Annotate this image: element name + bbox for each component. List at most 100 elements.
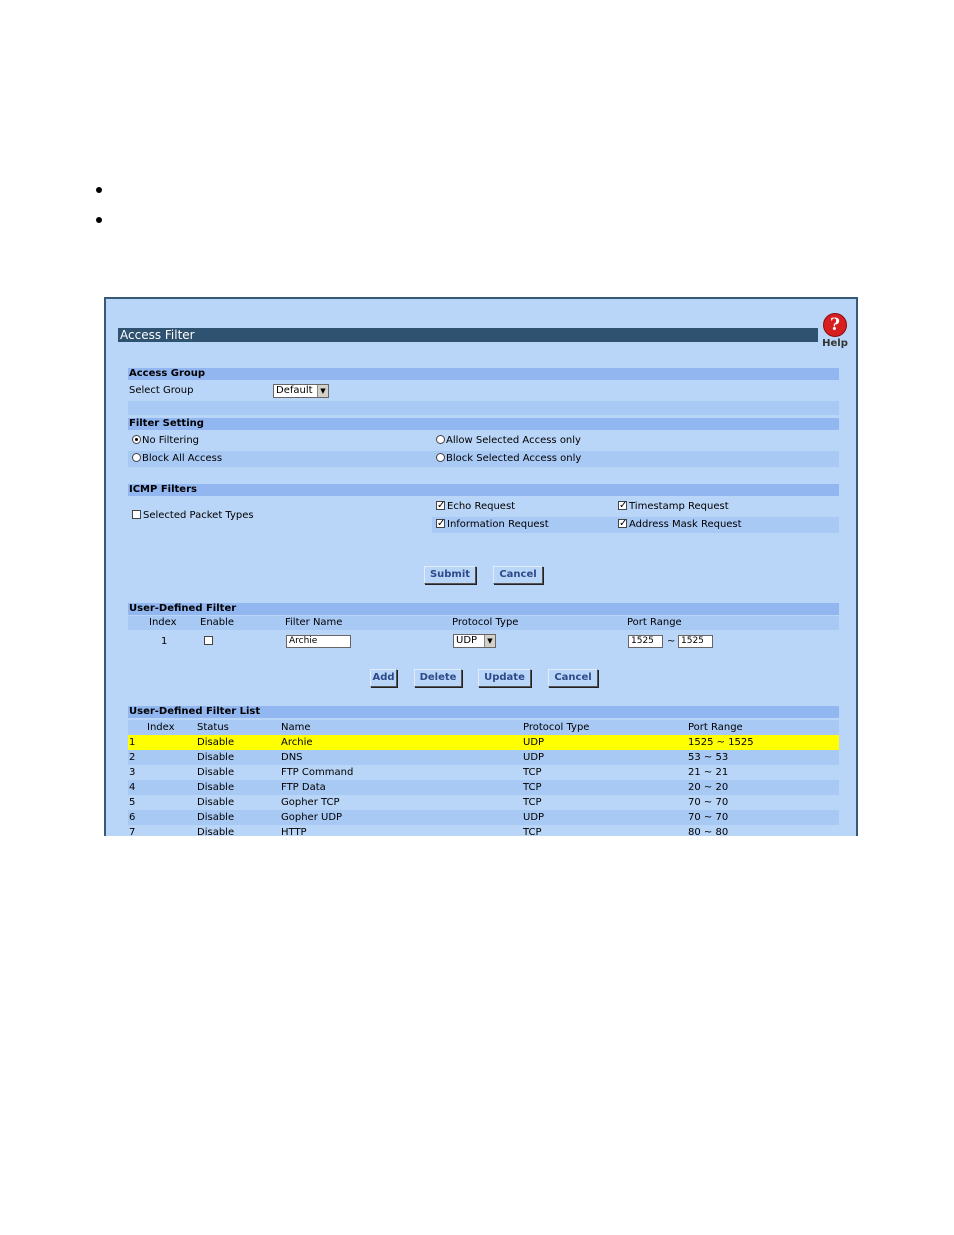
help-icon: ?: [823, 313, 847, 337]
allow-selected-access-label: Allow Selected Access only: [446, 435, 581, 446]
select-group-value: Default: [276, 385, 313, 396]
column-header: Port Range: [688, 722, 743, 733]
row-status: Disable: [197, 797, 235, 808]
cancel-filter-button[interactable]: Cancel: [548, 669, 598, 687]
row-status: Disable: [197, 737, 235, 748]
select-group-dropdown[interactable]: Default ▼: [273, 384, 329, 398]
row-status: Disable: [197, 827, 235, 836]
row-port-range: 20 ~ 20: [688, 782, 729, 793]
submit-button[interactable]: Submit: [424, 566, 476, 584]
selected-packet-types-checkbox[interactable]: Selected Packet Types: [132, 508, 254, 524]
table-row[interactable]: 3 Disable FTP Command TCP 21 ~ 21: [128, 765, 839, 780]
timestamp-request-checkbox[interactable]: Timestamp Request: [618, 498, 729, 515]
block-selected-access-radio[interactable]: Block Selected Access only: [436, 451, 581, 467]
bullet-dot: [96, 217, 102, 223]
row-status: Disable: [197, 767, 235, 778]
row-name: DNS: [281, 752, 303, 763]
icmp-row-2: Information Request Address Mask Request: [432, 516, 839, 533]
information-request-checkbox[interactable]: Information Request: [436, 516, 549, 533]
row-protocol: UDP: [523, 737, 545, 748]
row-name: HTTP: [281, 827, 307, 836]
column-header: Index: [147, 722, 175, 733]
table-row[interactable]: 6 Disable Gopher UDP UDP 70 ~ 70: [128, 810, 839, 825]
user-filter-input-row: 1 Archie UDP ▼ 1525 ~ 1525: [128, 633, 839, 651]
row-status: Disable: [197, 752, 235, 763]
checkbox-checked-icon: [436, 516, 445, 532]
select-group-label: Select Group: [129, 385, 194, 396]
filter-setting-row-1: No Filtering Allow Selected Access only: [128, 433, 839, 449]
row-port-range: 70 ~ 70: [688, 812, 729, 823]
checkbox-checked-icon: [618, 498, 627, 514]
row-protocol: TCP: [523, 782, 542, 793]
delete-button[interactable]: Delete: [414, 669, 462, 687]
row-port-range: 1525 ~ 1525: [688, 737, 754, 748]
timestamp-request-label: Timestamp Request: [629, 501, 729, 512]
echo-request-checkbox[interactable]: Echo Request: [436, 498, 516, 515]
block-all-access-radio[interactable]: Block All Access: [132, 451, 222, 467]
row-status: Disable: [197, 812, 235, 823]
table-row[interactable]: 1 Disable Archie UDP 1525 ~ 1525: [128, 735, 839, 750]
checkbox-icon: [132, 510, 141, 519]
row-protocol: TCP: [523, 767, 542, 778]
port-range-separator: ~: [667, 636, 676, 647]
protocol-type-value: UDP: [456, 635, 478, 646]
row-name: FTP Data: [281, 782, 326, 793]
add-button[interactable]: Add: [370, 669, 397, 687]
radio-selected-icon: [132, 435, 141, 444]
column-header: Enable: [200, 617, 235, 628]
user-filter-header-row: Index Enable Filter Name Protocol Type P…: [128, 616, 839, 630]
row-name: Gopher TCP: [281, 797, 340, 808]
row-port-range: 70 ~ 70: [688, 797, 729, 808]
filter-name-input[interactable]: Archie: [286, 635, 351, 648]
chevron-down-icon: ▼: [484, 635, 495, 647]
enable-checkbox[interactable]: [204, 633, 215, 651]
checkbox-checked-icon: [436, 498, 445, 514]
table-row[interactable]: 7 Disable HTTP TCP 80 ~ 80: [128, 825, 839, 836]
row-index: 6: [129, 812, 136, 823]
help-button[interactable]: ? Help: [820, 313, 850, 349]
address-mask-request-checkbox[interactable]: Address Mask Request: [618, 516, 742, 533]
table-row[interactable]: 2 Disable DNS UDP 53 ~ 53: [128, 750, 839, 765]
column-header: Protocol Type: [452, 617, 519, 628]
row-protocol: UDP: [523, 812, 545, 823]
radio-icon: [436, 435, 445, 444]
cancel-button[interactable]: Cancel: [493, 566, 543, 584]
spacer-row: [128, 401, 839, 415]
row-protocol: TCP: [523, 827, 542, 836]
no-filtering-radio[interactable]: No Filtering: [132, 433, 199, 449]
row-port-range: 21 ~ 21: [688, 767, 729, 778]
access-filter-panel: Access Filter ? Help Access Group Select…: [104, 297, 858, 836]
chevron-down-icon: ▼: [317, 385, 328, 397]
row-port-range: 80 ~ 80: [688, 827, 729, 836]
update-button[interactable]: Update: [478, 669, 531, 687]
column-header: Port Range: [627, 617, 682, 628]
row-status: Disable: [197, 782, 235, 793]
icmp-filters-heading: ICMP Filters: [128, 484, 839, 496]
filter-list-header-row: Index Status Name Protocol Type Port Ran…: [128, 720, 839, 735]
filter-setting-row-2: Block All Access Block Selected Access o…: [128, 451, 839, 467]
port-from-input[interactable]: 1525: [628, 635, 663, 648]
port-to-input[interactable]: 1525: [678, 635, 713, 648]
column-header: Name: [281, 722, 311, 733]
allow-selected-access-radio[interactable]: Allow Selected Access only: [436, 433, 581, 449]
column-header: Status: [197, 722, 229, 733]
address-mask-request-label: Address Mask Request: [629, 519, 742, 530]
access-group-heading: Access Group: [128, 368, 839, 380]
radio-icon: [132, 453, 141, 462]
row-protocol: TCP: [523, 797, 542, 808]
filter-setting-heading: Filter Setting: [128, 418, 839, 430]
row-index: 7: [129, 827, 136, 836]
protocol-type-dropdown[interactable]: UDP ▼: [453, 634, 496, 648]
bullet-dot: [96, 187, 102, 193]
column-header: Index: [149, 617, 177, 628]
row-index: 2: [129, 752, 136, 763]
radio-icon: [436, 453, 445, 462]
row-port-range: 53 ~ 53: [688, 752, 729, 763]
no-filtering-label: No Filtering: [142, 435, 200, 446]
row-name: FTP Command: [281, 767, 354, 778]
table-row[interactable]: 5 Disable Gopher TCP TCP 70 ~ 70: [128, 795, 839, 810]
selected-packet-types-label: Selected Packet Types: [143, 510, 254, 521]
echo-request-label: Echo Request: [447, 501, 516, 512]
column-header: Filter Name: [285, 617, 343, 628]
table-row[interactable]: 4 Disable FTP Data TCP 20 ~ 20: [128, 780, 839, 795]
